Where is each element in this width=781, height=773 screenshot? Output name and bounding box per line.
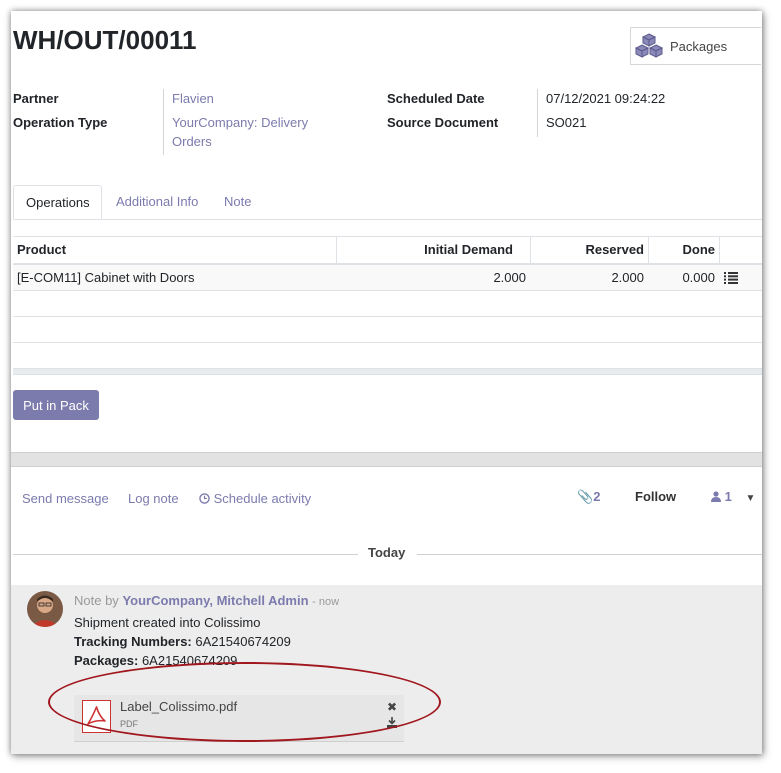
done-cell: 0.000	[682, 270, 715, 285]
attachment-type: PDF	[120, 719, 138, 729]
message-time: - now	[312, 596, 340, 608]
followers-button[interactable]: 1 ▼	[711, 489, 755, 504]
empty-row	[13, 343, 762, 369]
attachments-button[interactable]: 📎2	[577, 489, 600, 505]
partner-value[interactable]: Flavien	[172, 89, 214, 108]
tab-operations[interactable]: Operations	[13, 185, 102, 219]
product-cell: [E-COM11] Cabinet with Doors	[17, 270, 195, 285]
source-document-label: Source Document	[387, 115, 499, 130]
reserved-cell: 2.000	[611, 270, 644, 285]
send-message-button[interactable]: Send message	[22, 491, 109, 506]
partner-label: Partner	[13, 91, 59, 106]
log-note-button[interactable]: Log note	[128, 491, 179, 506]
packages-button[interactable]: Packages	[630, 27, 761, 65]
schedule-activity-button[interactable]: Schedule activity	[199, 491, 311, 506]
table-header: Product Initial Demand Reserved Done	[13, 236, 762, 265]
field-separator	[163, 89, 164, 155]
user-icon	[711, 491, 721, 502]
clock-icon	[199, 493, 210, 504]
schedule-activity-label: Schedule activity	[213, 491, 312, 506]
notebook-tabs: Operations Additional Info Note	[13, 185, 762, 220]
table-footer	[13, 369, 762, 375]
form-sheet: WH/OUT/00011 Packages Partner Flavien Op…	[11, 11, 762, 754]
tab-note[interactable]: Note	[212, 185, 263, 218]
initial-demand-cell: 2.000	[493, 270, 526, 285]
cubes-icon	[634, 33, 664, 58]
column-initial-demand[interactable]: Initial Demand	[336, 237, 530, 263]
follow-button[interactable]: Follow	[635, 489, 676, 504]
tracking-label: Tracking Numbers:	[74, 634, 192, 649]
record-title: WH/OUT/00011	[13, 25, 197, 55]
message-header: Note by YourCompany, Mitchell Admin - no…	[74, 593, 339, 608]
tab-additional-info[interactable]: Additional Info	[104, 185, 210, 218]
chatter-divider	[11, 452, 762, 467]
date-separator-label: Today	[368, 545, 406, 560]
pdf-icon	[82, 700, 111, 733]
chatter-message: Note by YourCompany, Mitchell Admin - no…	[11, 585, 762, 754]
attachment-card[interactable]: Label_Colissimo.pdf PDF ✖	[74, 695, 404, 742]
packages-label: Packages	[670, 38, 728, 54]
source-document-value[interactable]: SO021	[546, 113, 586, 132]
scheduled-date-value[interactable]: 07/12/2021 09:24:22	[546, 89, 665, 108]
tracking-line: Tracking Numbers: 6A21540674209	[74, 634, 291, 649]
column-product[interactable]: Product	[13, 237, 336, 263]
date-separator: Today	[13, 545, 762, 563]
column-done[interactable]: Done	[648, 237, 719, 263]
paperclip-icon: 📎	[577, 489, 594, 504]
packages-line-label: Packages:	[74, 653, 139, 668]
packages-line-value: 6A21540674209	[141, 653, 238, 668]
followers-count: 1	[724, 489, 732, 504]
empty-row	[13, 291, 762, 317]
column-reserved[interactable]: Reserved	[530, 237, 648, 263]
put-in-pack-button[interactable]: Put in Pack	[13, 390, 99, 420]
avatar[interactable]	[27, 591, 63, 627]
attachment-name[interactable]: Label_Colissimo.pdf	[120, 699, 237, 714]
caret-down-icon: ▼	[745, 493, 756, 504]
column-actions	[719, 237, 762, 263]
list-icon[interactable]	[724, 265, 744, 290]
message-body: Shipment created into Colissimo	[74, 615, 261, 630]
operation-type-label: Operation Type	[13, 115, 108, 130]
table-row[interactable]: [E-COM11] Cabinet with Doors 2.000 2.000…	[13, 265, 762, 291]
tracking-value: 6A21540674209	[195, 634, 291, 649]
operations-table: Product Initial Demand Reserved Done [E-…	[13, 236, 762, 375]
packages-line: Packages: 6A21540674209	[74, 653, 237, 668]
message-prefix: Note by	[74, 593, 119, 608]
operation-type-value[interactable]: YourCompany: Delivery Orders	[172, 113, 322, 151]
message-author[interactable]: YourCompany, Mitchell Admin	[122, 593, 308, 608]
download-icon[interactable]	[387, 717, 397, 731]
remove-attachment-icon[interactable]: ✖	[387, 700, 397, 714]
empty-row	[13, 317, 762, 343]
attachments-count: 2	[593, 489, 601, 504]
field-separator	[537, 89, 538, 137]
scheduled-date-label: Scheduled Date	[387, 91, 485, 106]
